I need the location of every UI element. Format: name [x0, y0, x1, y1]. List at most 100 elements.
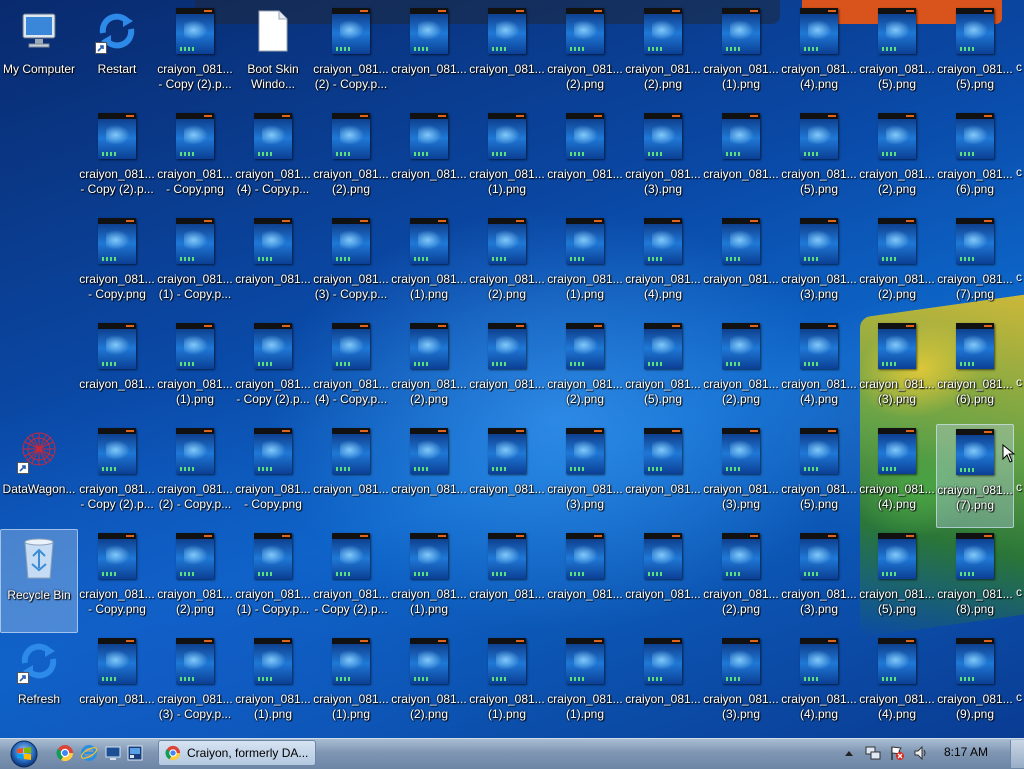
- image-file[interactable]: craiyon_081... (5).png: [780, 109, 858, 213]
- image-file[interactable]: craiyon_081... - Copy (2).p...: [234, 319, 312, 423]
- image-file[interactable]: craiyon_081...: [546, 109, 624, 213]
- image-file[interactable]: craiyon_081... (1) - Copy.p...: [234, 529, 312, 633]
- image-file[interactable]: craiyon_081...: [390, 424, 468, 528]
- action-center-flag-icon[interactable]: [888, 744, 906, 762]
- show-desktop-button[interactable]: [1010, 740, 1024, 768]
- image-file[interactable]: craiyon_081... (5).png: [858, 529, 936, 633]
- image-file[interactable]: craiyon_081... (1).png: [390, 529, 468, 633]
- image-file[interactable]: craiyon_081... (2).png: [156, 529, 234, 633]
- image-file[interactable]: craiyon_081... - Copy (2).p...: [156, 4, 234, 108]
- image-file[interactable]: craiyon_081... - Copy (2).p...: [312, 529, 390, 633]
- image-file[interactable]: craiyon_081...: [624, 529, 702, 633]
- image-file[interactable]: craiyon_081...: [390, 4, 468, 108]
- image-file[interactable]: craiyon_081... (2).png: [702, 529, 780, 633]
- image-file[interactable]: craiyon_081... (3).png: [702, 424, 780, 528]
- image-file[interactable]: craiyon_081...: [702, 109, 780, 213]
- image-file[interactable]: craiyon_081...: [312, 424, 390, 528]
- image-file[interactable]: craiyon_081... (5).png: [624, 319, 702, 423]
- image-file[interactable]: craiyon_081... (1) - Copy.p...: [156, 214, 234, 318]
- taskbar-chrome-pin[interactable]: [54, 742, 76, 764]
- image-file[interactable]: craiyon_081... (1).png: [156, 319, 234, 423]
- image-file[interactable]: craiyon_081... (4).png: [780, 4, 858, 108]
- image-file[interactable]: craiyon_081...: [624, 634, 702, 738]
- image-file[interactable]: craiyon_081...: [390, 109, 468, 213]
- image-file[interactable]: craiyon_081... - Copy (2).p...: [78, 424, 156, 528]
- image-file[interactable]: craiyon_081... (4).png: [624, 214, 702, 318]
- image-file[interactable]: craiyon_081... (3) - Copy.p...: [156, 634, 234, 738]
- my-computer[interactable]: My Computer: [0, 4, 78, 108]
- image-file[interactable]: craiyon_081... (1).png: [468, 634, 546, 738]
- taskbar-remote-pin[interactable]: [124, 742, 146, 764]
- show-hidden-icons-arrow-icon[interactable]: [840, 744, 858, 762]
- image-file[interactable]: craiyon_081... - Copy.png: [78, 529, 156, 633]
- image-file[interactable]: craiyon_081...: [78, 319, 156, 423]
- image-file[interactable]: craiyon_081...: [546, 529, 624, 633]
- image-file[interactable]: craiyon_081... - Copy (2).p...: [78, 109, 156, 213]
- image-file[interactable]: craiyon_081... (2).png: [468, 214, 546, 318]
- image-file[interactable]: craiyon_081...: [468, 319, 546, 423]
- image-file[interactable]: craiyon_081... (3) - Copy.p...: [312, 214, 390, 318]
- image-file[interactable]: craiyon_081... (2).png: [702, 319, 780, 423]
- image-file[interactable]: craiyon_081... (5).png: [858, 4, 936, 108]
- taskbar-explorer-pin[interactable]: [102, 742, 124, 764]
- image-file[interactable]: craiyon_081... (4).png: [780, 319, 858, 423]
- volume-icon[interactable]: [912, 744, 930, 762]
- image-file[interactable]: craiyon_081... (5).png: [780, 424, 858, 528]
- boot-skin-file[interactable]: Boot Skin Windo...: [234, 4, 312, 108]
- image-file[interactable]: craiyon_081... (2).png: [624, 4, 702, 108]
- taskbar-task-chrome[interactable]: Craiyon, formerly DA...: [158, 740, 316, 766]
- image-file[interactable]: craiyon_081...: [468, 529, 546, 633]
- image-file[interactable]: craiyon_081... (7).png: [936, 424, 1014, 528]
- image-file[interactable]: craiyon_081... (1).png: [546, 634, 624, 738]
- image-file[interactable]: craiyon_081... (3).png: [546, 424, 624, 528]
- image-file[interactable]: craiyon_081... - Copy.png: [234, 424, 312, 528]
- image-file[interactable]: craiyon_081...: [702, 214, 780, 318]
- image-file[interactable]: craiyon_081... (2) - Copy.p...: [156, 424, 234, 528]
- image-file[interactable]: craiyon_081... (6).png: [936, 109, 1014, 213]
- image-file[interactable]: craiyon_081... (1).png: [234, 634, 312, 738]
- image-file[interactable]: craiyon_081... (1).png: [468, 109, 546, 213]
- image-file[interactable]: craiyon_081... (4).png: [780, 634, 858, 738]
- image-file[interactable]: craiyon_081... (6).png: [936, 319, 1014, 423]
- image-file[interactable]: craiyon_081... (2).png: [390, 319, 468, 423]
- restart-shortcut[interactable]: Restart: [78, 4, 156, 108]
- image-file[interactable]: craiyon_081... (3).png: [858, 319, 936, 423]
- image-file[interactable]: craiyon_081... (7).png: [936, 214, 1014, 318]
- image-file[interactable]: craiyon_081... (3).png: [780, 529, 858, 633]
- image-file[interactable]: craiyon_081... (9).png: [936, 634, 1014, 738]
- image-file[interactable]: craiyon_081... (2).png: [312, 109, 390, 213]
- image-file[interactable]: craiyon_081...: [624, 424, 702, 528]
- image-file[interactable]: craiyon_081... (1).png: [390, 214, 468, 318]
- image-file[interactable]: craiyon_081... (2).png: [390, 634, 468, 738]
- image-file[interactable]: craiyon_081... (4) - Copy.p...: [312, 319, 390, 423]
- image-file[interactable]: craiyon_081... (2).png: [858, 214, 936, 318]
- network-icon[interactable]: [864, 744, 882, 762]
- image-file[interactable]: craiyon_081... (1).png: [546, 214, 624, 318]
- recycle-bin[interactable]: Recycle Bin: [0, 529, 78, 633]
- start-button[interactable]: [6, 740, 42, 768]
- image-file[interactable]: craiyon_081... (2).png: [546, 319, 624, 423]
- image-file[interactable]: craiyon_081...: [468, 424, 546, 528]
- image-file[interactable]: craiyon_081... (2) - Copy.p...: [312, 4, 390, 108]
- image-file[interactable]: craiyon_081... - Copy.png: [156, 109, 234, 213]
- image-file[interactable]: craiyon_081... (3).png: [624, 109, 702, 213]
- image-file[interactable]: craiyon_081... (3).png: [702, 634, 780, 738]
- image-file[interactable]: craiyon_081... (2).png: [546, 4, 624, 108]
- image-file[interactable]: craiyon_081...: [468, 4, 546, 108]
- image-file[interactable]: craiyon_081... - Copy.png: [78, 214, 156, 318]
- image-file[interactable]: craiyon_081... (2).png: [858, 109, 936, 213]
- taskbar-ie-pin[interactable]: [78, 742, 100, 764]
- image-file[interactable]: craiyon_081...: [234, 214, 312, 318]
- refresh-shortcut[interactable]: Refresh: [0, 634, 78, 738]
- image-file[interactable]: craiyon_081... (4) - Copy.p...: [234, 109, 312, 213]
- image-file[interactable]: craiyon_081... (4).png: [858, 634, 936, 738]
- image-file[interactable]: craiyon_081... (1).png: [702, 4, 780, 108]
- image-file[interactable]: craiyon_081... (3).png: [780, 214, 858, 318]
- image-file[interactable]: craiyon_081...: [78, 634, 156, 738]
- image-file[interactable]: craiyon_081... (8).png: [936, 529, 1014, 633]
- image-file[interactable]: craiyon_081... (1).png: [312, 634, 390, 738]
- clock[interactable]: 8:17 AM: [944, 745, 988, 759]
- image-file[interactable]: craiyon_081... (5).png: [936, 4, 1014, 108]
- image-file[interactable]: craiyon_081... (4).png: [858, 424, 936, 528]
- datawagon-shortcut[interactable]: DataWagon...: [0, 424, 78, 528]
